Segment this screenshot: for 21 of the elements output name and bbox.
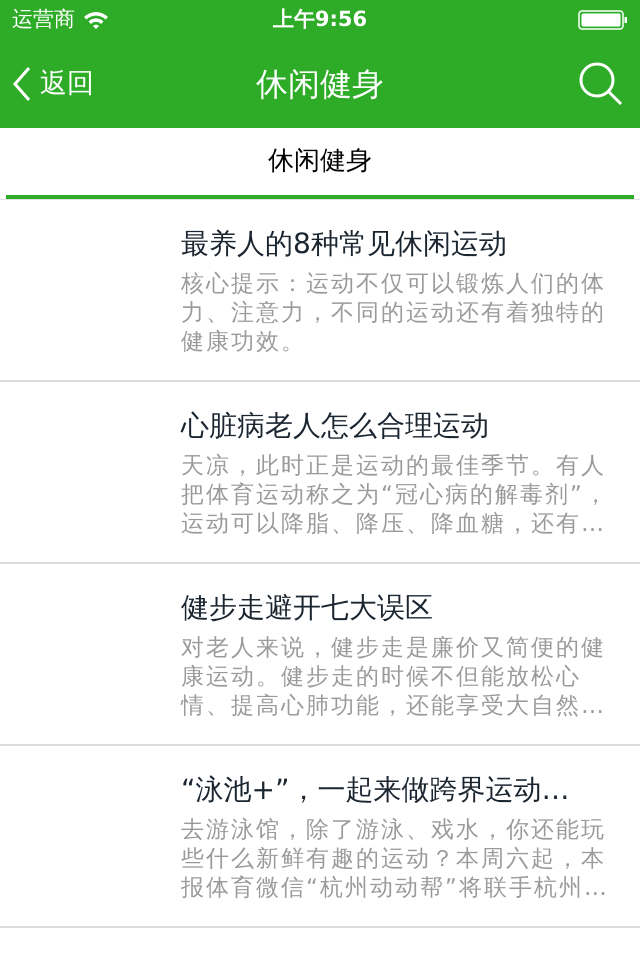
- article-row[interactable]: 健步走避开七大误区 对老人来说，健步走是廉价又简便的健康运动。健步走的时候不但能放松心情、提高心肺功能，还能享受大自然…: [0, 564, 640, 746]
- article-summary: 核心提示：运动不仅可以锻炼人们的体力、注意力，不同的运动还有着独特的健康功效。: [181, 270, 607, 357]
- article-row[interactable]: “泳池+”，一起来做跨界运动… 去游泳馆，除了游泳、戏水，你还能玩些什么新鲜有趣的运动？本周六起，本报体育微信“杭州动动帮”将联手杭州…: [0, 746, 640, 928]
- carrier-name: 运营商: [12, 6, 75, 34]
- article-summary: 去游泳馆，除了游泳、戏水，你还能玩些什么新鲜有趣的运动？本周六起，本报体育微信“杭州动动帮”将联手杭州…: [181, 816, 610, 903]
- status-time: 上午9:56: [272, 6, 368, 34]
- tab[interactable]: 休闲健身: [6, 128, 634, 199]
- search-button[interactable]: [578, 61, 624, 107]
- wifi-icon: [83, 10, 109, 30]
- article-title: 健步走避开七大误区: [181, 590, 434, 626]
- search-icon: [578, 61, 624, 107]
- article-title: 心脏病老人怎么合理运动: [181, 408, 490, 444]
- article-title: “泳池+”，一起来做跨界运动…: [181, 772, 570, 808]
- article-title: 最养人的8种常见休闲运动: [181, 226, 508, 262]
- chevron-left-icon: [12, 66, 32, 102]
- article-summary: 对老人来说，健步走是廉价又简便的健康运动。健步走的时候不但能放松心情、提高心肺功能，还能享受大自然…: [181, 634, 607, 721]
- article-summary: 天凉，此时正是运动的最佳季节。有人把体育运动称之为“冠心病的解毒剂”，运动可以降脂、降压、降血糖，还有…: [181, 452, 610, 539]
- article-row[interactable]: 最养人的8种常见休闲运动 核心提示：运动不仅可以锻炼人们的体力、注意力，不同的运动还有着独特的健康功效。: [0, 200, 640, 382]
- article-row[interactable]: 心脏病老人怎么合理运动 天凉，此时正是运动的最佳季节。有人把体育运动称之为“冠心病的解毒剂”，运动可以降脂、降压、降血糖，还有…: [0, 382, 640, 564]
- page-title: 休闲健身: [256, 64, 384, 105]
- battery-icon: [578, 10, 628, 30]
